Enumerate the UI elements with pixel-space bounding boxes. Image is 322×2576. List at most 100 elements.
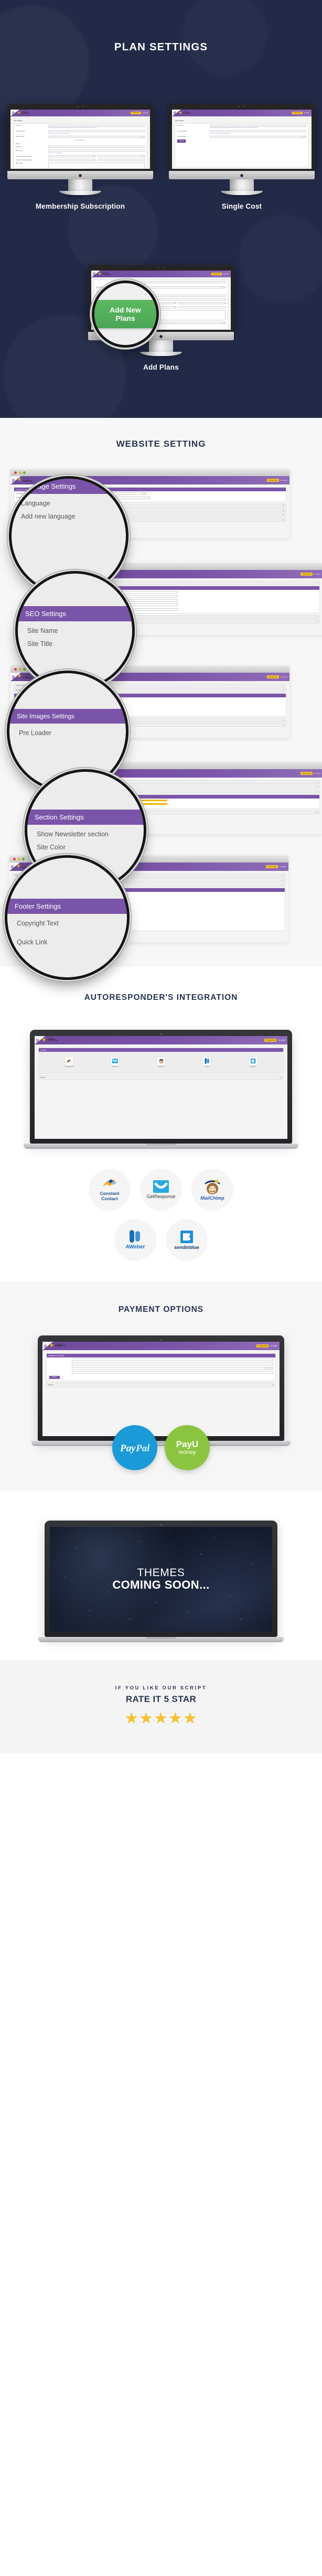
ap-input-7[interactable]: [178, 306, 226, 308]
textarea-plan-features[interactable]: [48, 163, 145, 169]
section-plan-settings: PLAN SETTINGS ▼ THEME PORTAL Preview Sit…: [0, 0, 322, 418]
menu-icon-w1[interactable]: [12, 479, 15, 482]
input-currency-symbol-sc[interactable]: [210, 130, 306, 133]
ap-input-1[interactable]: [129, 281, 226, 283]
logo-label-aweber: AWeber: [125, 1244, 145, 1251]
pay-input-4[interactable]: [72, 1371, 273, 1374]
user-menu-w2[interactable]: Hi, Admin: [314, 573, 321, 575]
plan-settings-heading-2: Plan Settings: [175, 120, 184, 122]
input-plan-name[interactable]: [48, 146, 145, 148]
user-menu-pay[interactable]: Hi, Admin: [270, 1345, 277, 1347]
logo-mark-icon: ▼: [17, 110, 21, 115]
laptop-camera-icon-2: [160, 1339, 162, 1341]
pay-row-4: [47, 1371, 275, 1375]
minimize-icon[interactable]: [18, 471, 22, 474]
minimize-icon-5[interactable]: [17, 858, 20, 860]
payumoney-badge[interactable]: PayU money: [165, 1425, 210, 1470]
provider-label-4: Sendinblue: [250, 1066, 256, 1068]
select-downloads[interactable]: [48, 159, 95, 161]
add-new-plans-button[interactable]: Add New Plans: [94, 300, 156, 328]
field-row-plan-name: Plan name: [14, 145, 147, 149]
brand-bottom-w3: PORTAL: [23, 676, 33, 679]
user-menu-w1[interactable]: Hi, Admin: [281, 479, 287, 481]
close-icon[interactable]: [14, 471, 17, 474]
user-menu-ar[interactable]: Hi, Admin: [278, 1039, 285, 1041]
logo-label-constant-contact-1: Constant: [100, 1191, 120, 1197]
logo-mark-icon-w1: ▼: [17, 477, 22, 483]
imac-neck-3: [149, 340, 173, 352]
loupe-item-preloader: Pre Loader: [19, 729, 51, 737]
pay-closed-row[interactable]: Manage: [46, 1382, 276, 1387]
user-menu-w3[interactable]: Hi, Admin: [281, 676, 287, 678]
close-icon-3[interactable]: [14, 668, 17, 671]
minimize-icon-3[interactable]: [18, 668, 22, 671]
preview-site-button-w4[interactable]: Preview Site: [300, 772, 313, 775]
menu-icon-2[interactable]: [174, 112, 176, 114]
preview-site-button[interactable]: Preview Site: [131, 112, 141, 114]
monitor-caption-add-plans: Add Plans: [143, 363, 179, 371]
submit-button[interactable]: SUBMIT: [177, 139, 186, 143]
maximize-icon[interactable]: [23, 471, 26, 474]
app-logo-ar: ▼ THEME PORTAL: [41, 1037, 58, 1043]
loupe-head-section: Section Settings: [27, 810, 144, 825]
preview-site-button-w2[interactable]: Preview Site: [300, 573, 313, 576]
ap-input-5[interactable]: [178, 302, 226, 305]
preview-site-button-w3[interactable]: Preview Site: [267, 675, 280, 678]
provider-getresponse[interactable]: GetResponse: [110, 1057, 120, 1068]
select-revenue-model-sc[interactable]: [210, 135, 306, 138]
pay-input-1[interactable]: [72, 1358, 273, 1361]
menu-icon-3[interactable]: [93, 273, 95, 275]
menu-icon-w5[interactable]: [11, 865, 14, 868]
provider-sendinblue[interactable]: Sendinblue: [248, 1057, 257, 1068]
accordion-manage[interactable]: Manage: [38, 1075, 284, 1080]
user-menu-w4[interactable]: Hi, Admin: [314, 772, 321, 774]
input-currency-symbol[interactable]: [48, 130, 145, 133]
plan-settings-panel: Currency Plan currency used for the tran…: [13, 123, 147, 169]
input-plan-duration[interactable]: [48, 155, 95, 158]
menu-icon[interactable]: [12, 112, 15, 114]
input-currency[interactable]: [48, 124, 145, 127]
preview-site-button-ar[interactable]: Preview Site: [264, 1039, 277, 1042]
accordion-header-payment[interactable]: PAYMENT OPTIONS: [47, 1354, 275, 1358]
input-currency-sc[interactable]: [210, 124, 306, 127]
loupe-item-quicklink: Quick Link: [17, 939, 48, 946]
provider-aweber[interactable]: Aweber: [202, 1057, 212, 1068]
pay-save-button[interactable]: SUBMIT: [49, 1375, 60, 1379]
ap-select-status[interactable]: [129, 286, 226, 289]
select-revenue-model[interactable]: [48, 135, 145, 138]
paypal-icon: Pay Pal: [120, 1443, 149, 1454]
paypal-badge[interactable]: Pay Pal: [112, 1425, 157, 1470]
rating-stars[interactable]: ★★★★★: [0, 1711, 322, 1727]
loupe-item-site-color: Site Color: [37, 844, 66, 851]
menu-icon-ar[interactable]: [36, 1039, 39, 1042]
app-logo-w5: ▼ THEME PORTAL: [16, 864, 31, 869]
preview-site-button-w5[interactable]: Preview Site: [266, 865, 278, 868]
input-downloads-count[interactable]: [98, 159, 145, 161]
preview-site-button-2[interactable]: Preview Site: [292, 112, 303, 114]
pay-input-2[interactable]: [72, 1362, 273, 1365]
maximize-icon-3[interactable]: [23, 668, 26, 671]
logo-mark-icon-w5: ▼: [16, 864, 21, 869]
accordion-header-connect[interactable]: Connect: [39, 1048, 283, 1052]
maximize-icon-5[interactable]: [22, 858, 25, 860]
menu-icon-w3[interactable]: [12, 675, 15, 678]
autoresponder-title: AUTORESPONDER'S INTEGRATION: [84, 993, 238, 1002]
preview-site-button-pay[interactable]: Preview Site: [256, 1344, 269, 1348]
brand-bottom-pay: PORTAL: [55, 1345, 66, 1348]
preview-site-button-w1[interactable]: Preview Site: [267, 479, 280, 482]
user-menu-2[interactable]: Hi, Admin: [304, 112, 309, 114]
user-menu-3[interactable]: Hi, Admin: [223, 273, 229, 275]
select-plan-duration-unit[interactable]: [98, 155, 145, 158]
add-edit-plans-link[interactable]: Add Or Edit plans: [14, 139, 147, 143]
magnifier-seo-settings: SEO Settings Site Name Site Title: [18, 574, 132, 688]
close-icon-5[interactable]: [13, 858, 16, 860]
loupe-item-copyright: Copyright Text: [17, 920, 59, 927]
user-menu[interactable]: Hi, Admin: [143, 112, 148, 114]
preview-site-button-3[interactable]: Preview Site: [211, 273, 222, 275]
provider-constantcontact[interactable]: ConstantContact: [65, 1057, 73, 1068]
input-plan-amount[interactable]: [48, 149, 145, 152]
pay-input-3[interactable]: [72, 1367, 273, 1370]
user-menu-w5[interactable]: Hi, Admin: [280, 866, 286, 868]
menu-icon-pay[interactable]: [44, 1344, 47, 1348]
provider-mailchimp[interactable]: Mailchimp: [156, 1057, 166, 1068]
